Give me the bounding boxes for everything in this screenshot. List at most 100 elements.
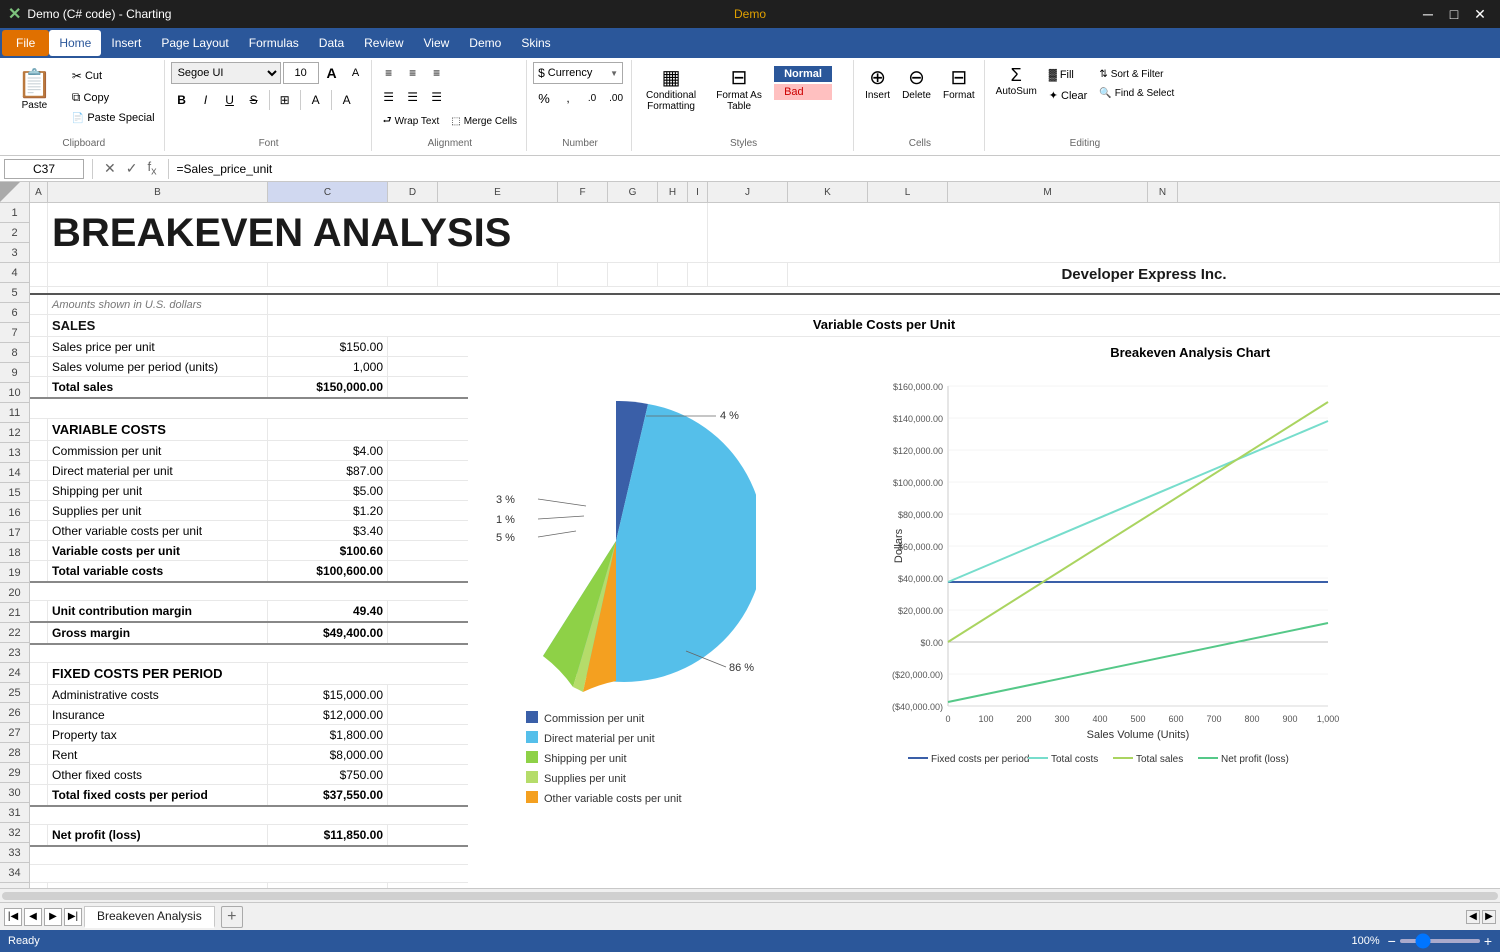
cell-24-C[interactable]: $12,000.00 bbox=[268, 705, 388, 724]
row-num-7[interactable]: 7 bbox=[0, 323, 29, 343]
row-num-16[interactable]: 16 bbox=[0, 503, 29, 523]
tab-nav-next[interactable]: ▶ bbox=[44, 908, 62, 926]
cell-16-C[interactable]: $100.60 bbox=[268, 541, 388, 560]
col-header-C[interactable]: C bbox=[268, 182, 388, 202]
row-num-4[interactable]: 4 bbox=[0, 263, 29, 283]
cell-reference-box[interactable] bbox=[4, 159, 84, 179]
align-center-button[interactable]: ☰ bbox=[402, 86, 424, 108]
underline-button[interactable]: U bbox=[219, 89, 241, 111]
cell-13-C[interactable]: $5.00 bbox=[268, 481, 388, 500]
col-header-I[interactable]: I bbox=[688, 182, 708, 202]
number-format-dropdown[interactable]: $ Currency ▼ bbox=[533, 62, 623, 84]
row-num-19[interactable]: 19 bbox=[0, 563, 29, 583]
cut-button[interactable]: ✂ Cut bbox=[67, 66, 160, 86]
normal-style[interactable]: Normal bbox=[774, 66, 832, 82]
row-num-8[interactable]: 8 bbox=[0, 343, 29, 363]
menu-item-demo[interactable]: Demo bbox=[459, 30, 511, 56]
increase-decimal-button[interactable]: .00 bbox=[605, 87, 627, 109]
cell-33-C[interactable]: 760.12 bbox=[268, 883, 388, 888]
col-header-N[interactable]: N bbox=[1148, 182, 1178, 202]
formula-input[interactable] bbox=[177, 159, 1496, 179]
sheet-tab-breakeven[interactable]: Breakeven Analysis bbox=[84, 906, 215, 928]
cell-30-C[interactable]: $11,850.00 bbox=[268, 825, 388, 845]
row-num-15[interactable]: 15 bbox=[0, 483, 29, 503]
zoom-slider[interactable] bbox=[1400, 939, 1480, 943]
row-num-12[interactable]: 12 bbox=[0, 423, 29, 443]
fill-color-button[interactable]: A bbox=[305, 89, 327, 111]
strikethrough-button[interactable]: S bbox=[243, 89, 265, 111]
font-size-input[interactable] bbox=[283, 62, 319, 84]
tab-nav-last[interactable]: ▶| bbox=[64, 908, 82, 926]
zoom-in-button[interactable]: + bbox=[1484, 933, 1492, 949]
cell-15-B[interactable]: Other variable costs per unit bbox=[48, 521, 268, 540]
row-num-3[interactable]: 3 bbox=[0, 243, 29, 263]
row-num-22[interactable]: 22 bbox=[0, 623, 29, 643]
row-num-24[interactable]: 24 bbox=[0, 663, 29, 683]
cell-19-C[interactable]: 49.40 bbox=[268, 601, 388, 621]
row-num-20[interactable]: 20 bbox=[0, 583, 29, 603]
col-header-L[interactable]: L bbox=[868, 182, 948, 202]
paste-button[interactable]: 📋 Paste bbox=[8, 62, 61, 116]
cell-17-B[interactable]: Total variable costs bbox=[48, 561, 268, 581]
row-num-27[interactable]: 27 bbox=[0, 723, 29, 743]
cell-11-B[interactable]: Commission per unit bbox=[48, 441, 268, 460]
row-num-21[interactable]: 21 bbox=[0, 603, 29, 623]
cell-19-B[interactable]: Unit contribution margin bbox=[48, 601, 268, 621]
cell-1-B[interactable]: BREAKEVEN ANALYSIS bbox=[48, 203, 708, 262]
cell-6-B[interactable]: Sales price per unit bbox=[48, 337, 268, 356]
cell-16-B[interactable]: Variable costs per unit bbox=[48, 541, 268, 560]
cell-14-B[interactable]: Supplies per unit bbox=[48, 501, 268, 520]
formula-confirm-button[interactable]: ✓ bbox=[123, 160, 141, 177]
row-num-6[interactable]: 6 bbox=[0, 303, 29, 323]
cell-28-B[interactable]: Total fixed costs per period bbox=[48, 785, 268, 805]
conditional-formatting-button[interactable]: ▦ Conditional Formatting bbox=[638, 62, 704, 115]
delete-button[interactable]: ⊖ Delete bbox=[897, 62, 936, 104]
col-header-A[interactable]: A bbox=[30, 182, 48, 202]
cell-26-C[interactable]: $8,000.00 bbox=[268, 745, 388, 764]
formula-fx-button[interactable]: fx bbox=[144, 159, 159, 178]
cell-8-C[interactable]: $150,000.00 bbox=[268, 377, 388, 397]
cell-11-C[interactable]: $4.00 bbox=[268, 441, 388, 460]
row-num-29[interactable]: 29 bbox=[0, 763, 29, 783]
align-top-right-button[interactable]: ≡ bbox=[426, 62, 448, 84]
row-num-13[interactable]: 13 bbox=[0, 443, 29, 463]
cell-12-C[interactable]: $87.00 bbox=[268, 461, 388, 480]
row-num-11[interactable]: 11 bbox=[0, 403, 29, 423]
copy-button[interactable]: ⧉ Copy bbox=[67, 87, 160, 108]
decrease-font-button[interactable]: A bbox=[345, 62, 367, 84]
row-num-28[interactable]: 28 bbox=[0, 743, 29, 763]
row-num-32[interactable]: 32 bbox=[0, 823, 29, 843]
menu-item-file[interactable]: File bbox=[2, 30, 49, 56]
cell-27-B[interactable]: Other fixed costs bbox=[48, 765, 268, 784]
zoom-out-button[interactable]: − bbox=[1388, 933, 1396, 949]
cell-7-B[interactable]: Sales volume per period (units) bbox=[48, 357, 268, 376]
autosum-button[interactable]: Σ AutoSum bbox=[991, 62, 1042, 100]
sort-filter-button[interactable]: ⇅ Sort & Filter bbox=[1094, 66, 1179, 83]
row-num-17[interactable]: 17 bbox=[0, 523, 29, 543]
cell-14-C[interactable]: $1.20 bbox=[268, 501, 388, 520]
font-name-select[interactable]: Segoe UI bbox=[171, 62, 281, 84]
fill-button[interactable]: ▓ Fill bbox=[1044, 66, 1093, 84]
percent-button[interactable]: % bbox=[533, 87, 555, 109]
row-num-31[interactable]: 31 bbox=[0, 803, 29, 823]
cell-20-B[interactable]: Gross margin bbox=[48, 623, 268, 643]
col-header-E[interactable]: E bbox=[438, 182, 558, 202]
add-sheet-button[interactable]: + bbox=[221, 906, 243, 928]
col-header-G[interactable]: G bbox=[608, 182, 658, 202]
cell-8-B[interactable]: Total sales bbox=[48, 377, 268, 397]
formula-cancel-button[interactable]: ✕ bbox=[101, 160, 119, 177]
decrease-decimal-button[interactable]: .0 bbox=[581, 87, 603, 109]
row-num-18[interactable]: 18 bbox=[0, 543, 29, 563]
row-num-33[interactable]: 33 bbox=[0, 843, 29, 863]
comma-button[interactable]: , bbox=[557, 87, 579, 109]
cell-10-B[interactable]: VARIABLE COSTS bbox=[48, 419, 268, 440]
clear-button[interactable]: ✦ Clear bbox=[1044, 86, 1093, 105]
cell-20-C[interactable]: $49,400.00 bbox=[268, 623, 388, 643]
row-num-9[interactable]: 9 bbox=[0, 363, 29, 383]
cell-23-C[interactable]: $15,000.00 bbox=[268, 685, 388, 704]
cell-6-C[interactable]: $150.00 bbox=[268, 337, 388, 356]
align-right-button[interactable]: ☰ bbox=[426, 86, 448, 108]
insert-button[interactable]: ⊕ Insert bbox=[860, 62, 895, 104]
borders-button[interactable]: ⊞ bbox=[274, 89, 296, 111]
cell-23-B[interactable]: Administrative costs bbox=[48, 685, 268, 704]
